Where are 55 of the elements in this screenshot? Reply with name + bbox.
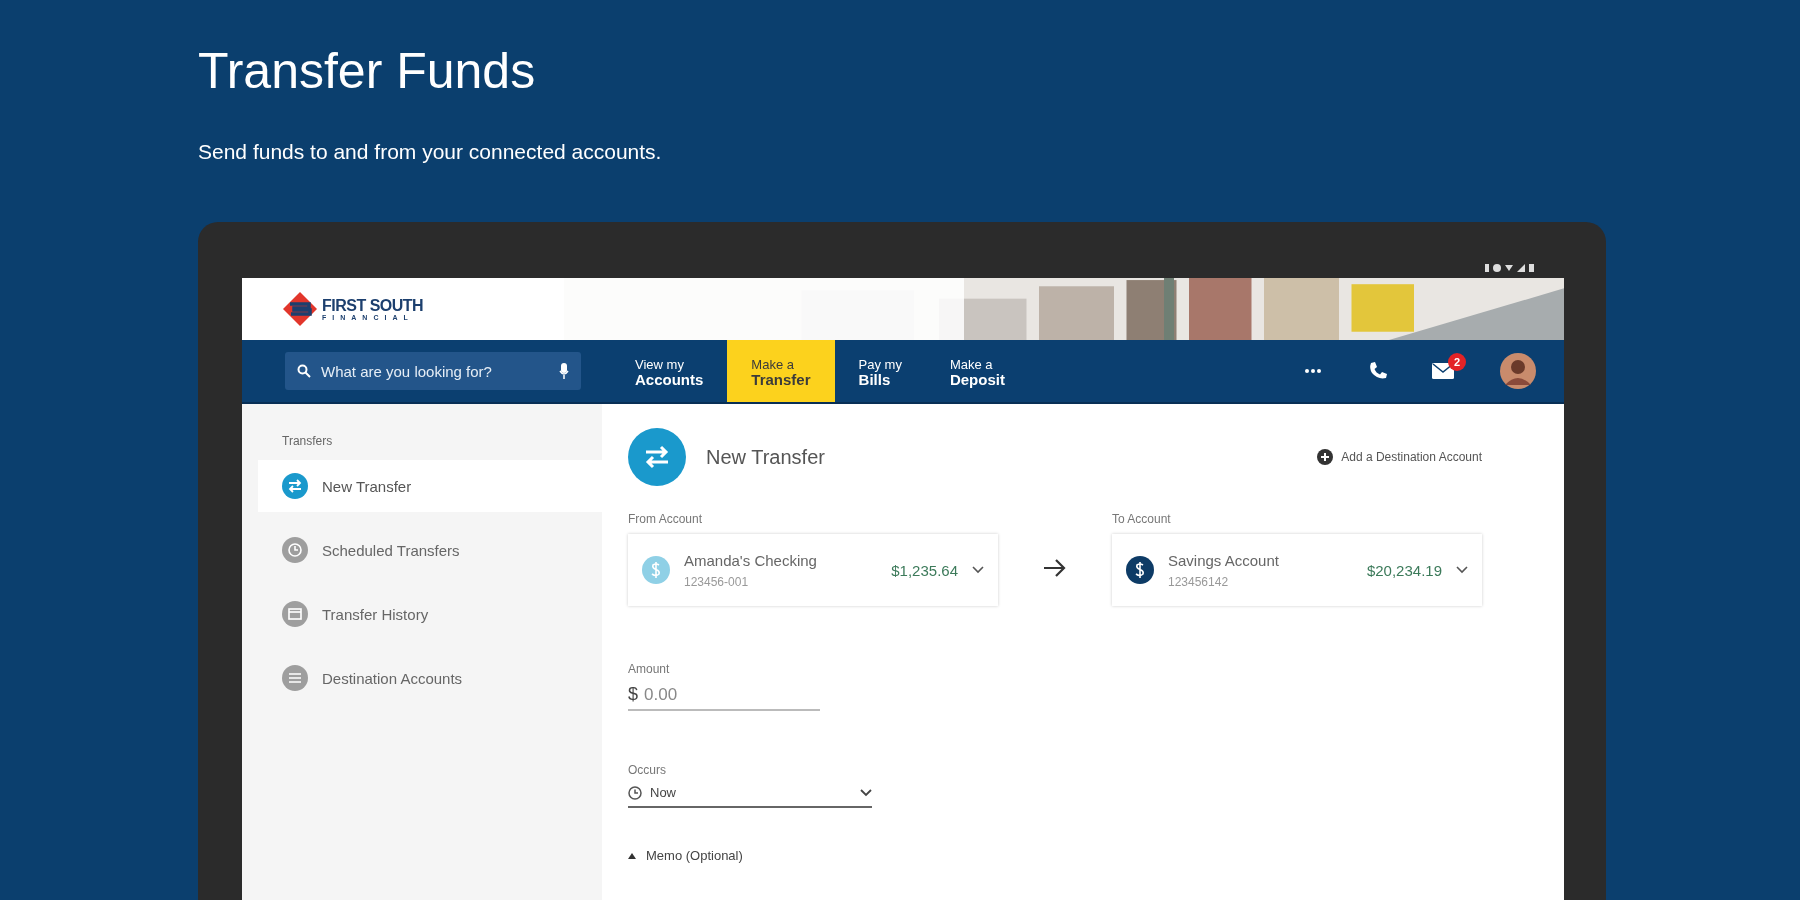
sidebar-heading: Transfers <box>282 434 334 448</box>
chevron-down-icon <box>972 566 984 574</box>
field-label: Occurs <box>628 763 667 777</box>
occurs-dropdown[interactable]: Now <box>628 785 872 808</box>
field-label: To Account <box>1112 512 1172 526</box>
notification-icon <box>1485 264 1489 272</box>
sidebar-item[interactable]: Transfer History <box>242 588 602 640</box>
nav-tab[interactable]: Pay my Bills <box>834 340 926 402</box>
add-destination-link[interactable]: Add a Destination Account <box>1317 449 1482 465</box>
chevron-down-icon <box>860 788 872 797</box>
clock-icon <box>628 785 642 800</box>
eye-icon <box>1493 264 1501 272</box>
account-balance: $20,234.19 <box>1366 561 1442 579</box>
search-field[interactable]: What are you looking for? <box>285 352 581 390</box>
account-selector[interactable]: Amanda's Checking 123456-001 $1,235.64 <box>628 534 998 606</box>
sidebar-item[interactable]: New Transfer <box>258 460 602 512</box>
form-title: New Transfer <box>706 445 825 469</box>
page-title: Transfer Funds <box>198 42 537 101</box>
amount-field[interactable]: $ 0.00 <box>628 684 820 711</box>
account-balance: $1,235.64 <box>891 561 958 579</box>
page-subtitle: Send funds to and from your connected accounts. <box>198 140 663 164</box>
logo-name: FIRST SOUTH <box>322 297 424 314</box>
account-number: 123456-001 <box>684 574 750 589</box>
more-icon[interactable] <box>1304 368 1322 374</box>
calendar-icon <box>282 601 308 627</box>
chevron-down-icon <box>1456 566 1468 574</box>
search-icon <box>297 364 311 378</box>
sidebar-item[interactable]: Scheduled Transfers <box>242 524 602 576</box>
nav-tab[interactable]: Make a Transfer <box>727 340 835 402</box>
arrow-icon <box>1043 558 1067 578</box>
notification-badge: 2 <box>1448 353 1466 371</box>
sidebar-item[interactable]: Destination Accounts <box>242 652 602 704</box>
wifi-icon <box>1505 265 1513 271</box>
swap-arrows-icon <box>282 473 308 499</box>
add-icon <box>1317 449 1334 465</box>
mail-icon[interactable] <box>1432 363 1454 379</box>
nav-tab[interactable]: View my Accounts <box>611 340 728 402</box>
battery-icon <box>1529 264 1534 272</box>
logo-icon <box>282 291 318 327</box>
phone-icon[interactable] <box>1368 361 1388 381</box>
account-name: Savings Account <box>1168 551 1280 569</box>
account-number: 123456142 <box>1168 574 1230 589</box>
nav-tab[interactable]: Make a Deposit <box>925 340 1029 402</box>
transfer-icon <box>628 428 686 486</box>
microphone-icon[interactable] <box>559 363 569 379</box>
account-name: Amanda's Checking <box>684 551 818 569</box>
account-selector[interactable]: Savings Account 123456142 $20,234.19 <box>1112 534 1482 606</box>
clock-icon <box>282 537 308 563</box>
memo-toggle[interactable]: Memo (Optional) <box>628 848 743 863</box>
field-label: From Account <box>628 512 704 526</box>
list-icon <box>282 665 308 691</box>
caret-icon <box>628 852 636 859</box>
signal-icon <box>1517 264 1525 272</box>
field-label: Amount <box>628 662 671 676</box>
avatar[interactable] <box>1500 353 1536 389</box>
